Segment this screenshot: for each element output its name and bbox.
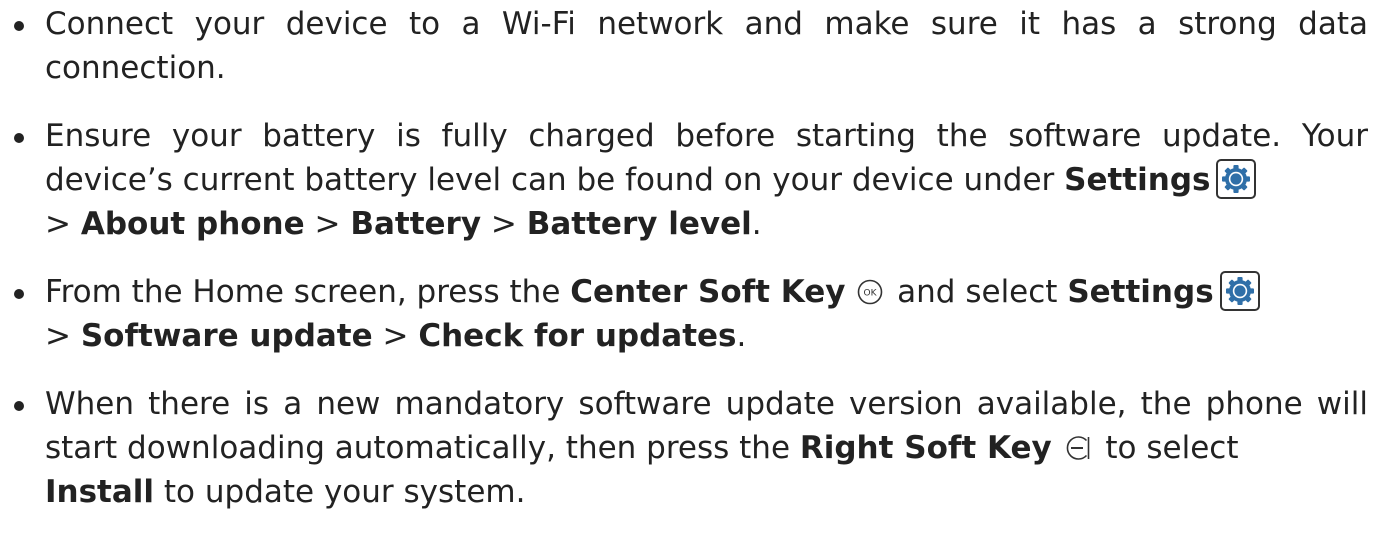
separator: > — [481, 206, 527, 242]
item-text: to select — [1095, 430, 1239, 466]
period: . — [736, 318, 747, 354]
separator: > — [45, 206, 81, 242]
ok-key-icon: OK — [858, 279, 883, 305]
install-label: Install — [45, 474, 155, 510]
settings-label: Settings — [1067, 274, 1214, 310]
center-soft-key-label: Center Soft Key — [570, 274, 846, 310]
check-for-updates-label: Check for updates — [418, 318, 737, 354]
item-text: and select — [887, 274, 1068, 310]
settings-gear-icon — [1219, 271, 1260, 311]
instructions-list: Connect your device to a Wi-Fi network a… — [12, 2, 1368, 514]
ok-key-label: OK — [864, 289, 878, 299]
item-text: to update your system. — [154, 474, 526, 510]
right-soft-key-icon — [1066, 436, 1089, 460]
list-item-check-updates: From the Home screen, press the Center S… — [12, 270, 1368, 358]
battery-label: Battery — [350, 206, 482, 242]
separator: > — [45, 318, 81, 354]
separator: > — [304, 206, 351, 242]
bullet-dot — [14, 21, 24, 31]
page: Connect your device to a Wi-Fi network a… — [0, 0, 1386, 552]
settings-gear-icon — [1216, 159, 1257, 199]
item-text: Connect your device to a Wi-Fi network a… — [45, 6, 1368, 86]
software-update-label: Software update — [80, 318, 373, 354]
list-item-wifi: Connect your device to a Wi-Fi network a… — [12, 2, 1368, 90]
list-item-battery: Ensure your battery is fully charged bef… — [12, 114, 1368, 246]
period: . — [751, 206, 762, 242]
bullet-dot — [14, 401, 24, 411]
bullet-dot — [14, 289, 24, 299]
list-item-install: When there is a new mandatory software u… — [12, 382, 1368, 514]
right-soft-key-label: Right Soft Key — [799, 430, 1052, 466]
bullet-dot — [14, 133, 24, 143]
separator: > — [372, 318, 419, 354]
item-text: From the Home screen, press the — [45, 274, 571, 310]
about-phone-label: About phone — [80, 206, 305, 242]
settings-label: Settings — [1064, 162, 1211, 198]
battery-level-label: Battery level — [526, 206, 752, 242]
